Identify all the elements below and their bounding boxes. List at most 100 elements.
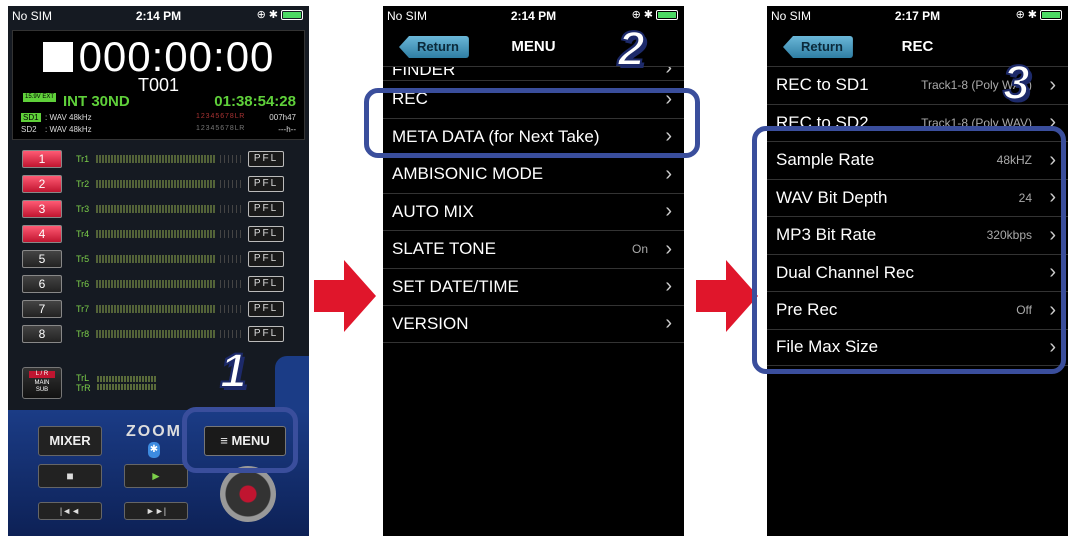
chevron-right-icon: › [665,66,672,79]
menu-item-label: AMBISONIC MODE [392,164,544,184]
bluetooth-status-icon: ✱ [148,442,160,458]
battery-icon [281,9,303,20]
pfl-button[interactable]: PFL [248,201,284,217]
chevron-right-icon: › [665,237,672,260]
menu-item-value: On [631,242,648,257]
menu-item-ambisonic-mode[interactable]: AMBISONIC MODE › [383,155,684,193]
track-row: 1 Tr1 PFL [22,150,295,168]
lr-track-button[interactable]: L / R MAIN SUB [22,367,62,399]
status-icons: ⊕ ✱ [257,8,303,21]
play-button[interactable]: ► [124,464,188,488]
battery-ext-badge: 15.9V EXT [23,93,57,102]
menu-item-version[interactable]: VERSION › [383,305,684,343]
status-bar: No SIM 2:17 PM ⊕ ✱ [767,6,1068,26]
track-name: Tr8 [76,329,90,339]
track-arm-button[interactable]: 6 [22,275,62,293]
bluetooth-icon: ✱ [268,9,278,21]
track-level-meter [96,330,216,338]
track-row: 4 Tr4 PFL [22,225,295,243]
track-row: 5 Tr5 PFL [22,250,295,268]
track-arm-button[interactable]: 2 [22,175,62,193]
pfl-button[interactable]: PFL [248,276,284,292]
timecode-display: 000:00:00 [13,33,304,81]
rewind-button[interactable]: |◄◄ [38,502,102,520]
sd1-track-map: 1 2 3 4 5 6 7 8 L R [196,113,244,120]
battery-icon [656,9,678,20]
menu-item-slate-tone[interactable]: SLATE TONE On › [383,230,684,268]
lock-rotation-icon: ⊕ [1015,9,1025,21]
track-peak-indicator [220,330,242,338]
fast-forward-button[interactable]: ►►| [124,502,188,520]
track-level-meter [96,205,216,213]
menu-item-label: SLATE TONE [392,239,496,259]
status-bar: No SIM 2:14 PM ⊕ ✱ [8,6,309,26]
stop-state-icon [42,42,73,72]
rec-callout-frame [364,88,700,158]
timecode: 000:00:00 [78,33,275,80]
next-arrow-icon [696,260,758,332]
record-button[interactable] [220,466,276,522]
menu-item-label: VERSION [392,313,469,333]
pfl-button[interactable]: PFL [248,176,284,192]
track-level-meter [96,280,216,288]
lr-track-names: TrL TrR [76,373,91,393]
track-level-meter [96,255,216,263]
track-arm-button[interactable]: 4 [22,225,62,243]
track-level-meter [96,305,216,313]
lr-level-meters [96,374,157,392]
lock-rotation-icon: ⊕ [256,9,266,21]
stop-button[interactable]: ■ [38,464,102,488]
track-peak-indicator [220,180,242,188]
step-number-1: 1 [219,344,248,399]
track-row: 6 Tr6 PFL [22,275,295,293]
track-name: Tr6 [76,279,90,289]
track-row: 2 Tr2 PFL [22,175,295,193]
track-row: 7 Tr7 PFL [22,300,295,318]
step-number-3: 3 [1002,56,1031,111]
track-peak-indicator [220,205,242,213]
zoom-logo: ZOOM [126,423,182,440]
status-icons: ⊕ ✱ [632,8,678,21]
track-name: Tr4 [76,229,90,239]
sd2-track-map: 1 2 3 4 5 6 7 8 L R [196,125,244,132]
bluetooth-icon: ✱ [643,9,653,21]
mixer-button[interactable]: MIXER [38,426,102,456]
track-name: Tr5 [76,254,90,264]
track-level-meter [96,155,216,163]
track-arm-button[interactable]: 5 [22,250,62,268]
track-peak-indicator [220,230,242,238]
track-peak-indicator [220,255,242,263]
input-source: INT 30ND [63,93,130,110]
lock-rotation-icon: ⊕ [631,9,641,21]
step-number-2: 2 [617,22,646,77]
page-title: REC [901,38,934,55]
bluetooth-icon: ✱ [1027,9,1037,21]
menu-item-auto-mix[interactable]: AUTO MIX › [383,192,684,231]
track-arm-button[interactable]: 8 [22,325,62,343]
track-row: 3 Tr3 PFL [22,200,295,218]
menu-item-label: REC to SD1 [776,75,869,95]
pfl-button[interactable]: PFL [248,151,284,167]
track-arm-button[interactable]: 1 [22,150,62,168]
next-arrow-icon [314,260,376,332]
track-peak-indicator [220,155,242,163]
track-level-meter [96,230,216,238]
menu-item-label: SET DATE/TIME [392,276,519,296]
pfl-button[interactable]: PFL [248,326,284,342]
chevron-right-icon: › [665,312,672,335]
menu-item-set-date-time[interactable]: SET DATE/TIME › [383,267,684,306]
pfl-button[interactable]: PFL [248,251,284,267]
track-level-meter [96,180,216,188]
chevron-right-icon: › [665,162,672,185]
track-row: 8 Tr8 PFL [22,325,295,343]
track-name: Tr2 [76,179,90,189]
track-arm-button[interactable]: 7 [22,300,62,318]
sd1-status: SD1 : WAV 48kHz 1 2 3 4 5 6 7 8 L R 007h… [21,113,296,122]
recorder-display: 000:00:00 T001 15.9V EXT INT 30ND 01:38:… [12,30,305,140]
pfl-button[interactable]: PFL [248,226,284,242]
pfl-button[interactable]: PFL [248,301,284,317]
battery-icon [1040,9,1062,20]
menu-screen: No SIM 2:14 PM ⊕ ✱ Return MENU FINDER › RE… [383,6,684,536]
menu-item-label: AUTO MIX [392,201,474,221]
track-arm-button[interactable]: 3 [22,200,62,218]
